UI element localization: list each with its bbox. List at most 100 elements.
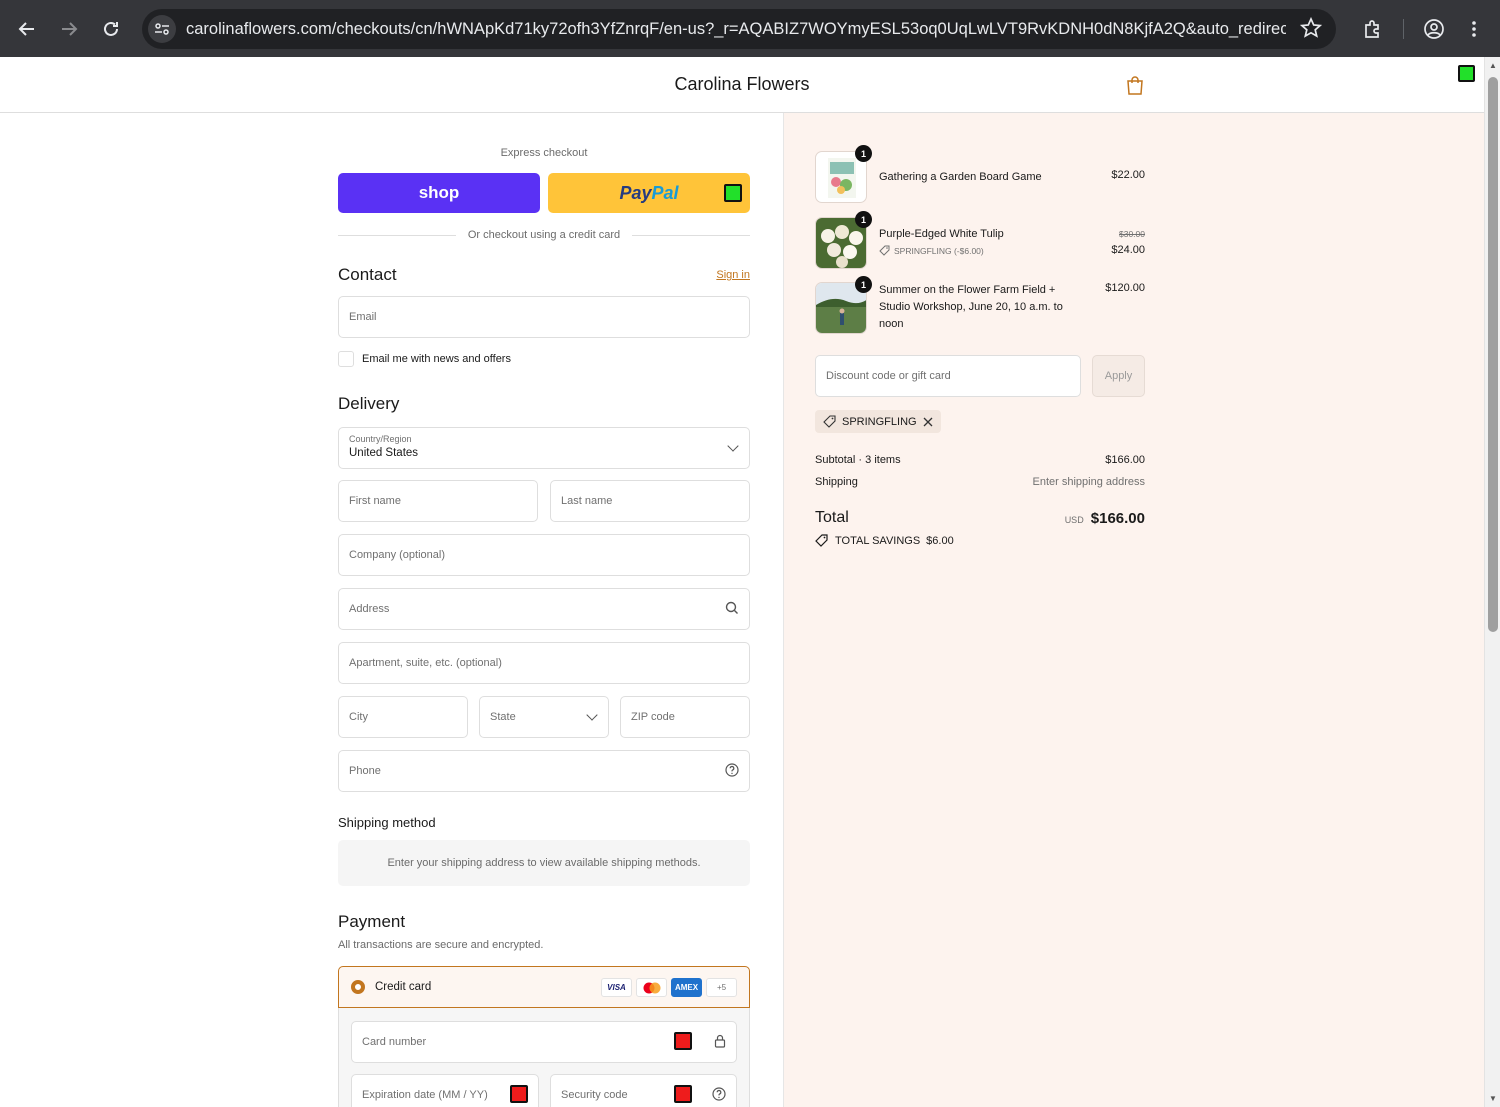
express-checkout-label: Express checkout (500, 147, 588, 159)
item-price: $22.00 (1111, 169, 1145, 181)
or-divider: Or checkout using a credit card (338, 229, 750, 241)
total-row: Total USD $166.00 (815, 509, 1145, 533)
item-original-price: $30.00 (1119, 229, 1145, 239)
card-number-field[interactable]: Card number (351, 1021, 737, 1063)
reload-icon[interactable] (90, 8, 132, 50)
city-field[interactable]: City (338, 696, 468, 738)
shipping-label: Shipping (815, 476, 858, 488)
search-icon (725, 601, 739, 618)
paypal-logo-text-1: Pay (619, 182, 652, 203)
item-price: $24.00 (1111, 244, 1145, 256)
bookmark-star-icon[interactable] (1299, 16, 1323, 44)
menu-kebab-icon[interactable] (1454, 9, 1494, 49)
shipping-method-placeholder: Enter your shipping address to view avai… (338, 840, 750, 886)
discount-code-input[interactable]: Discount code or gift card (815, 355, 1081, 397)
visa-icon: VISA (601, 978, 632, 997)
shipping-row: Shipping Enter shipping address (815, 476, 1145, 488)
browser-toolbar: carolinaflowers.com/checkouts/cn/hWNApKd… (0, 0, 1500, 57)
checkout-header: Carolina Flowers (0, 57, 1484, 113)
quantity-badge: 1 (855, 211, 872, 228)
back-icon[interactable] (6, 8, 48, 50)
forward-icon[interactable] (48, 8, 90, 50)
summary-item: 1 Purple-Edged White Tulip SPRINGFLING (… (815, 211, 1145, 269)
status-marker-icon (674, 1085, 692, 1103)
news-checkbox-label: Email me with news and offers (362, 353, 511, 365)
tag-icon (823, 415, 836, 428)
savings-value: $6.00 (926, 534, 954, 547)
currency-code: USD (1064, 515, 1084, 525)
more-cards-badge: +5 (706, 978, 737, 997)
scrollbar-thumb[interactable] (1488, 77, 1498, 632)
zip-field[interactable]: ZIP code (620, 696, 750, 738)
address-bar[interactable]: carolinaflowers.com/checkouts/cn/hWNApKd… (142, 9, 1336, 49)
country-select[interactable]: Country/Region United States (338, 427, 750, 469)
company-field[interactable]: Company (optional) (338, 534, 750, 576)
total-value: $166.00 (1090, 510, 1145, 527)
delivery-title: Delivery (338, 394, 400, 413)
toolbar-divider (1403, 18, 1404, 39)
country-label: Country/Region (349, 434, 412, 444)
card-logos: VISA AMEX +5 (601, 978, 737, 997)
news-checkbox-row[interactable]: Email me with news and offers (338, 351, 750, 367)
apply-discount-button[interactable]: Apply (1092, 355, 1145, 397)
profile-icon[interactable] (1414, 9, 1454, 49)
apartment-field[interactable]: Apartment, suite, etc. (optional) (338, 642, 750, 684)
country-value: United States (349, 447, 419, 459)
paypal-button[interactable]: Pay Pal (548, 173, 750, 213)
subtotal-label: Subtotal · 3 items (815, 454, 901, 466)
url-text[interactable]: carolinaflowers.com/checkouts/cn/hWNApKd… (186, 20, 1286, 39)
shop-pay-button[interactable]: shop (338, 173, 540, 213)
phone-field[interactable]: Phone (338, 750, 750, 792)
total-label: Total (815, 509, 849, 526)
item-discount: SPRINGFLING (-$6.00) (879, 245, 984, 256)
site-info-icon[interactable] (148, 15, 176, 43)
email-field[interactable]: Email (338, 296, 750, 338)
paypal-logo-text-2: Pal (651, 182, 679, 203)
extensions-icon[interactable] (1353, 9, 1393, 49)
mastercard-icon (636, 978, 667, 997)
item-price: $120.00 (1105, 282, 1145, 294)
expiration-field[interactable]: Expiration date (MM / YY) (351, 1074, 539, 1107)
last-name-field[interactable]: Last name (550, 480, 750, 522)
item-name: Gathering a Garden Board Game (879, 171, 1042, 183)
scroll-down-icon[interactable]: ▼ (1489, 1094, 1497, 1103)
credit-card-label: Credit card (375, 981, 432, 993)
applied-discount-code: SPRINGFLING (842, 415, 917, 428)
express-buttons: shop Pay Pal (338, 173, 750, 213)
chevron-down-icon (586, 709, 598, 721)
sign-in-link[interactable]: Sign in (716, 269, 750, 281)
item-name: Summer on the Flower Farm Field + Studio… (879, 284, 1063, 330)
lock-icon (714, 1034, 726, 1051)
payment-title: Payment (338, 912, 406, 931)
checkout-page: Carolina Flowers Express checkout shop P… (0, 57, 1484, 1107)
savings-label: TOTAL SAVINGS (835, 534, 921, 547)
status-marker-icon (510, 1085, 528, 1103)
page-scrollbar[interactable]: ▲ ▼ (1484, 57, 1500, 1107)
scroll-up-icon[interactable]: ▲ (1489, 61, 1497, 70)
quantity-badge: 1 (855, 145, 872, 162)
close-icon[interactable] (923, 417, 933, 427)
item-name: Purple-Edged White Tulip (879, 228, 1004, 240)
store-name[interactable]: Carolina Flowers (0, 74, 1484, 95)
shopping-bag-icon[interactable] (1126, 75, 1144, 95)
security-code-field[interactable]: Security code (550, 1074, 737, 1107)
status-marker-icon (1458, 65, 1475, 82)
summary-item: 1 Gathering a Garden Board Game $22.00 (815, 145, 1145, 203)
quantity-badge: 1 (855, 276, 872, 293)
credit-card-radio[interactable] (351, 980, 365, 994)
shipping-value: Enter shipping address (1032, 476, 1145, 488)
credit-card-option[interactable]: Credit card VISA AMEX +5 (338, 966, 750, 1008)
state-select[interactable]: State (479, 696, 609, 738)
status-marker-icon (724, 184, 742, 202)
amex-icon: AMEX (671, 978, 702, 997)
status-marker-icon (674, 1032, 692, 1050)
subtotal-row: Subtotal · 3 items $166.00 (815, 454, 1145, 466)
news-checkbox[interactable] (338, 351, 354, 367)
first-name-field[interactable]: First name (338, 480, 538, 522)
chevron-down-icon (727, 440, 739, 452)
applied-discount-chip: SPRINGFLING (815, 410, 941, 433)
help-circle-icon[interactable] (712, 1087, 726, 1104)
address-field[interactable]: Address (338, 588, 750, 630)
help-circle-icon[interactable] (725, 763, 739, 780)
or-divider-text: Or checkout using a credit card (467, 229, 621, 241)
